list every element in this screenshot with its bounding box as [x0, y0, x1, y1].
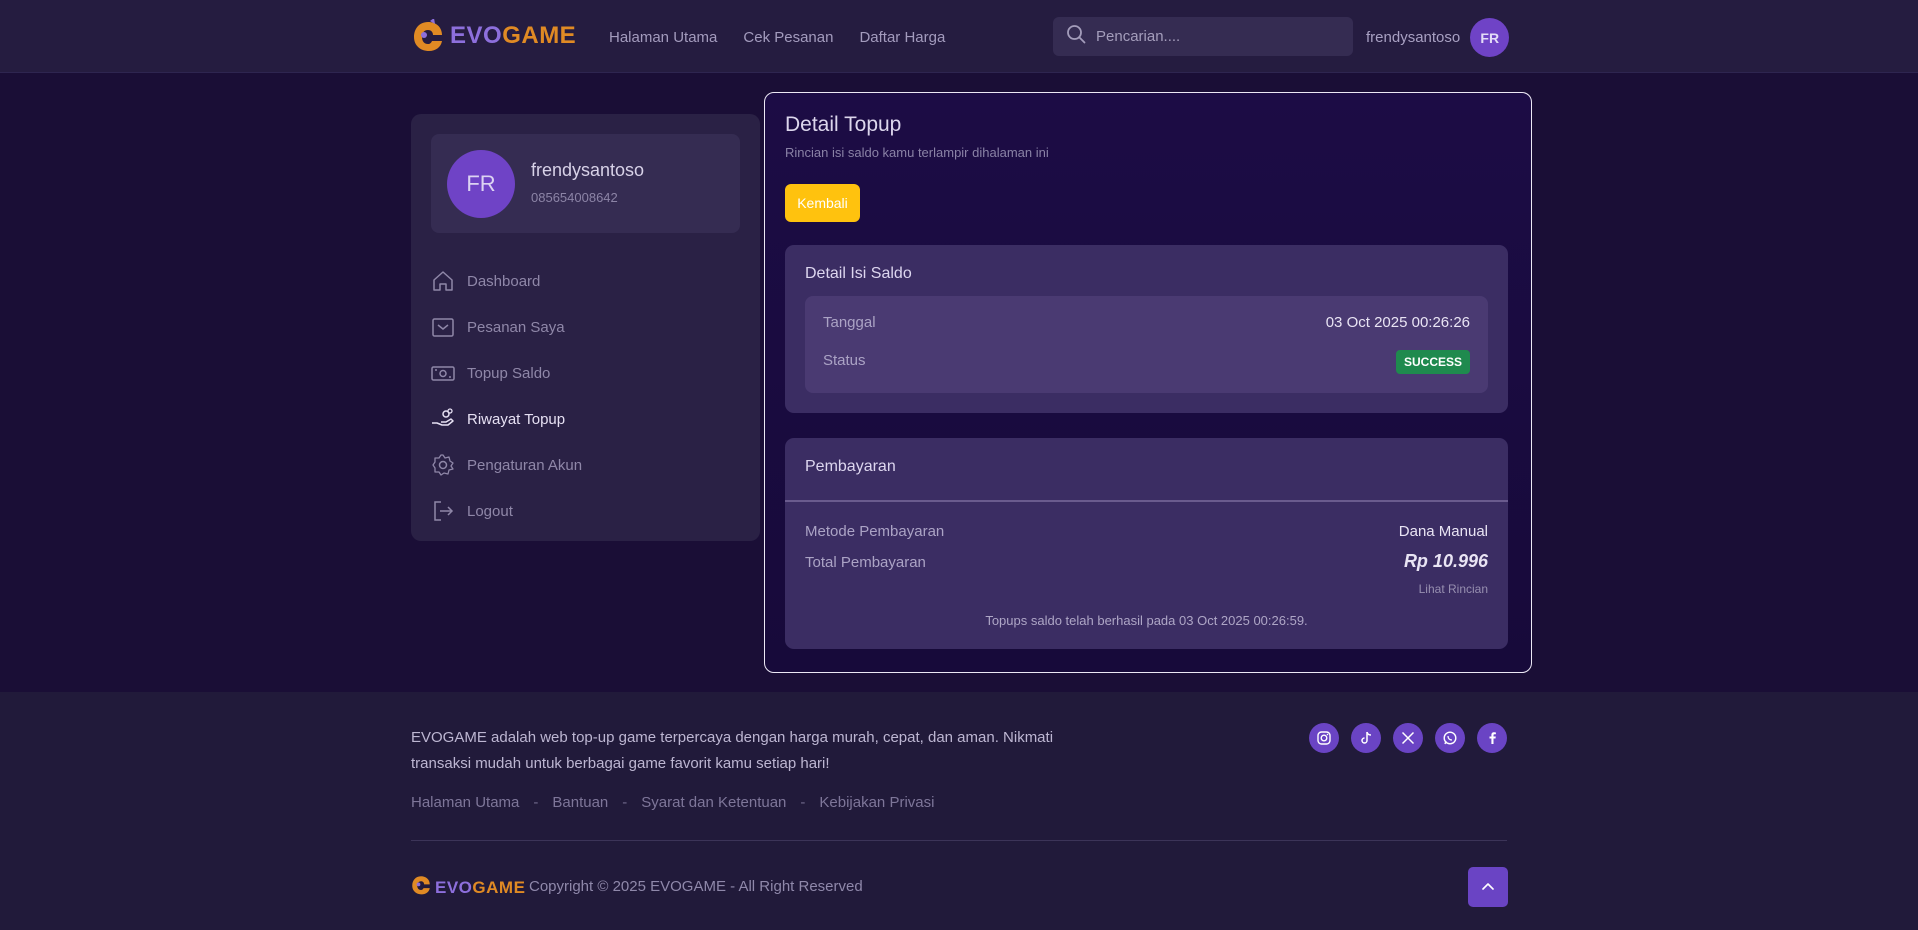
footer-divider [411, 840, 1507, 841]
payment-card: Pembayaran Metode Pembayaran Dana Manual… [785, 438, 1508, 649]
card-title: Detail Isi Saldo [805, 265, 912, 282]
footer-link-home[interactable]: Halaman Utama [411, 794, 519, 811]
balance-detail-card: Detail Isi Saldo Tanggal 03 Oct 2025 00:… [785, 245, 1508, 413]
sidebar-item-my-orders[interactable]: Pesanan Saya [431, 304, 740, 350]
scroll-to-top-button[interactable] [1468, 867, 1508, 907]
logo-text: EVOGAME [450, 22, 577, 49]
footer-links: Halaman Utama - Bantuan - Syarat dan Ket… [411, 794, 934, 811]
account-sidebar: FR frendysantoso 085654008642 Dashboard … [411, 114, 760, 541]
divider [785, 500, 1508, 502]
x-icon[interactable] [1393, 723, 1423, 753]
gear-icon [432, 454, 454, 476]
logo-text: EVOGAME [435, 877, 526, 897]
logout-icon [434, 501, 454, 521]
sidebar-item-dashboard[interactable]: Dashboard [431, 258, 740, 304]
sidebar-item-label: Pesanan Saya [467, 318, 565, 336]
sidebar-item-logout[interactable]: Logout [431, 488, 740, 534]
status-badge: SUCCESS [1395, 350, 1470, 374]
social-links [1309, 723, 1507, 753]
instagram-icon[interactable] [1309, 723, 1339, 753]
page-subtitle: Rincian isi saldo kamu terlampir dihalam… [785, 145, 1049, 160]
payment-total-label: Total Pembayaran [805, 554, 926, 571]
payment-method-label: Metode Pembayaran [805, 523, 945, 540]
brand-logo[interactable]: EVOGAME [412, 18, 577, 53]
sidebar-item-label: Riwayat Topup [467, 410, 566, 428]
status-label: Status [823, 352, 866, 369]
card-title: Pembayaran [805, 458, 896, 475]
header-avatar[interactable]: FR [1470, 18, 1510, 57]
back-button[interactable]: Kembali [785, 184, 860, 222]
topup-detail-panel: Detail Topup Rincian isi saldo kamu terl… [764, 92, 1532, 673]
logo-icon [412, 18, 444, 53]
footer-separator: - [800, 794, 806, 811]
copyright-text: Copyright © 2025 EVOGAME - All Right Res… [529, 878, 863, 895]
success-note: Topups saldo telah berhasil pada 03 Oct … [985, 613, 1308, 628]
date-value: 03 Oct 2025 00:26:26 [1325, 314, 1470, 331]
sidebar-item-label: Topup Saldo [467, 364, 551, 382]
logo-icon [411, 874, 431, 901]
footer-logo: EVOGAME [411, 874, 525, 901]
footer-link-privacy[interactable]: Kebijakan Privasi [819, 794, 934, 811]
sidebar-menu: Dashboard Pesanan Saya Topup Saldo Riway… [431, 258, 740, 534]
sidebar-item-account-settings[interactable]: Pengaturan Akun [431, 442, 740, 488]
payment-total-value: Rp 10.996 [1403, 551, 1488, 571]
profile-name: frendysantoso [531, 160, 645, 180]
sidebar-item-topup-balance[interactable]: Topup Saldo [431, 350, 740, 396]
profile-phone: 085654008642 [531, 190, 618, 205]
sidebar-item-topup-history[interactable]: Riwayat Topup [431, 396, 740, 442]
whatsapp-icon[interactable] [1435, 723, 1465, 753]
profile-avatar: FR [447, 150, 515, 218]
cash-icon [431, 366, 455, 381]
nav-link-check-order[interactable]: Cek Pesanan [743, 29, 833, 46]
search-box [1053, 17, 1353, 56]
home-icon [433, 271, 453, 291]
top-header: EVOGAME Halaman Utama Cek Pesanan Daftar… [0, 0, 1918, 73]
footer-description: EVOGAME adalah web top-up game terpercay… [411, 729, 1054, 772]
search-input[interactable] [1096, 28, 1336, 45]
hand-coins-icon [432, 408, 454, 426]
chevron-up-icon [1482, 883, 1494, 890]
nav-link-home[interactable]: Halaman Utama [609, 29, 717, 46]
facebook-icon[interactable] [1477, 723, 1507, 753]
sidebar-item-label: Dashboard [467, 272, 541, 290]
date-label: Tanggal [823, 314, 876, 331]
user-menu[interactable]: frendysantoso FR [1366, 18, 1510, 57]
profile-card: FR frendysantoso 085654008642 [431, 134, 740, 233]
footer-separator: - [622, 794, 628, 811]
footer-link-help[interactable]: Bantuan [552, 794, 608, 811]
search-icon [1066, 24, 1086, 49]
sidebar-item-label: Logout [467, 502, 513, 520]
header-username: frendysantoso [1366, 29, 1461, 46]
footer-separator: - [533, 794, 539, 811]
main-nav: Halaman Utama Cek Pesanan Daftar Harga [609, 29, 945, 46]
footer: EVOGAME adalah web top-up game terpercay… [0, 692, 1918, 930]
detail-info-box: Tanggal 03 Oct 2025 00:26:26 Status SUCC… [805, 296, 1488, 393]
tiktok-icon[interactable] [1351, 723, 1381, 753]
payment-method-value: Dana Manual [1398, 523, 1488, 540]
inbox-icon [432, 318, 454, 337]
page-title: Detail Topup [785, 113, 902, 136]
sidebar-item-label: Pengaturan Akun [467, 456, 583, 474]
footer-link-terms[interactable]: Syarat dan Ketentuan [641, 794, 786, 811]
nav-link-price-list[interactable]: Daftar Harga [859, 29, 945, 46]
view-details-link[interactable]: Lihat Rincian [1419, 582, 1488, 596]
